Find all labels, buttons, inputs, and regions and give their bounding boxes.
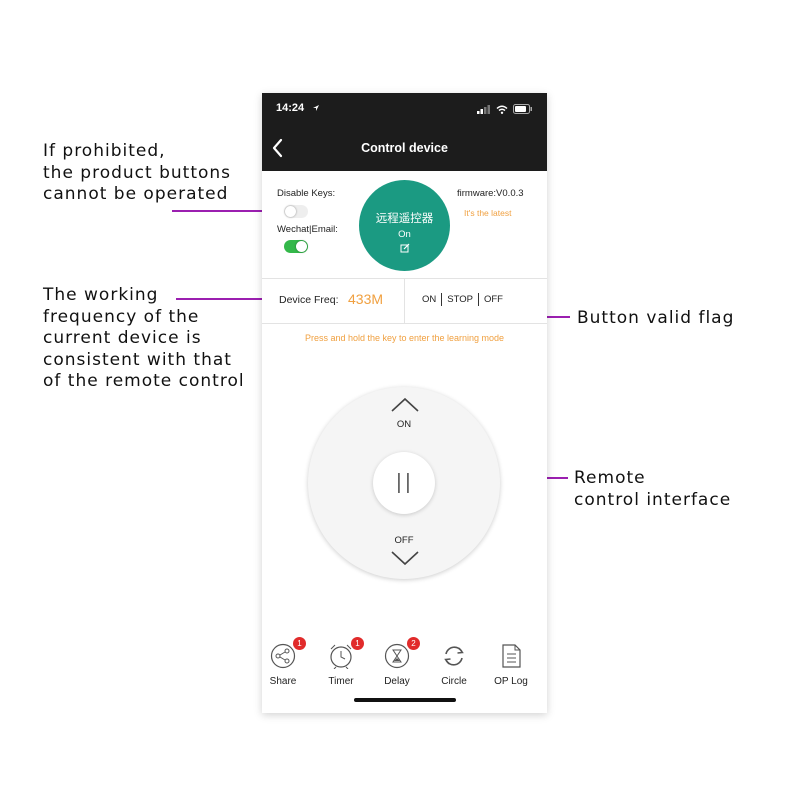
device-name: 远程遥控器 [375,213,434,225]
toggle-knob [296,241,307,252]
phone-screen: 14:24 Control device Disable Keys: Wecha… [262,93,547,713]
toggle-knob [285,206,296,217]
op-log-button[interactable]: OP Log [486,640,536,687]
remote-off-label[interactable]: OFF [308,535,500,546]
chevron-up-icon[interactable] [390,397,420,413]
delay-badge: 2 [407,637,420,650]
edit-icon[interactable] [400,243,410,253]
firmware-status: It's the latest [464,208,512,218]
location-arrow-icon [313,105,319,111]
flag-off: OFF [483,294,503,305]
alarm-clock-icon [330,644,352,670]
page-title: Control device [361,141,448,155]
circle-label: Circle [441,676,467,687]
annotation-valid-flag: Button valid flag [577,308,735,328]
flag-stop: STOP [447,294,473,305]
bottom-toolbar: 1 Share 1 Timer 2 Delay Circle OP Log [262,637,547,700]
status-time: 14:24 [276,102,305,114]
frequency-row: Device Freq: 433M ON STOP OFF [262,278,547,324]
delay-button[interactable]: 2 Delay [372,637,422,687]
chevron-down-icon[interactable] [390,550,420,566]
remote-on-label[interactable]: ON [308,419,500,430]
hourglass-icon [384,643,410,669]
firmware-version: firmware:V0.0.3 [457,188,524,199]
annotation-line-frequency [176,298,272,300]
stop-button[interactable] [373,452,435,514]
delay-label: Delay [384,676,410,687]
timer-label: Timer [328,676,354,687]
share-icon [270,643,296,669]
nav-bar: Control device [262,127,547,171]
disable-keys-toggle[interactable] [284,205,308,218]
annotation-line-prohibited [172,210,270,212]
annotation-frequency: The working frequency of the current dev… [43,285,245,391]
status-bar: 14:24 [262,93,547,127]
disable-keys-label: Disable Keys: [277,188,336,199]
button-valid-flags: ON STOP OFF [422,293,503,306]
wechat-email-toggle[interactable] [284,240,308,253]
share-badge: 1 [293,637,306,650]
refresh-icon [444,646,464,666]
battery-icon [513,104,532,114]
share-label: Share [269,676,297,687]
pause-icon [398,473,409,493]
timer-button[interactable]: 1 Timer [316,637,366,687]
flag-separator [477,293,479,306]
home-indicator [354,698,456,702]
wechat-email-label: Wechat|Email: [277,224,338,235]
timer-badge: 1 [351,637,364,650]
learning-hint: Press and hold the key to enter the lear… [304,333,505,343]
remote-control-pad: ON OFF [308,387,500,579]
flag-separator [441,293,443,306]
annotation-prohibited: If prohibited, the product buttons canno… [43,141,232,204]
device-state: On [398,229,411,240]
document-icon [502,644,521,668]
op-log-label: OP Log [494,676,528,687]
device-freq-label: Device Freq: [279,294,339,306]
annotation-remote: Remote control interface [574,468,732,510]
flag-on: ON [422,294,437,305]
wifi-icon [496,105,508,114]
device-status-circle[interactable]: 远程遥控器 On [359,180,450,271]
share-button[interactable]: 1 Share [262,637,308,687]
frequency-box: Device Freq: 433M [262,279,405,323]
circle-button[interactable]: Circle [429,640,479,687]
device-freq-value: 433M [348,291,384,307]
cellular-signal-icon [477,104,490,114]
